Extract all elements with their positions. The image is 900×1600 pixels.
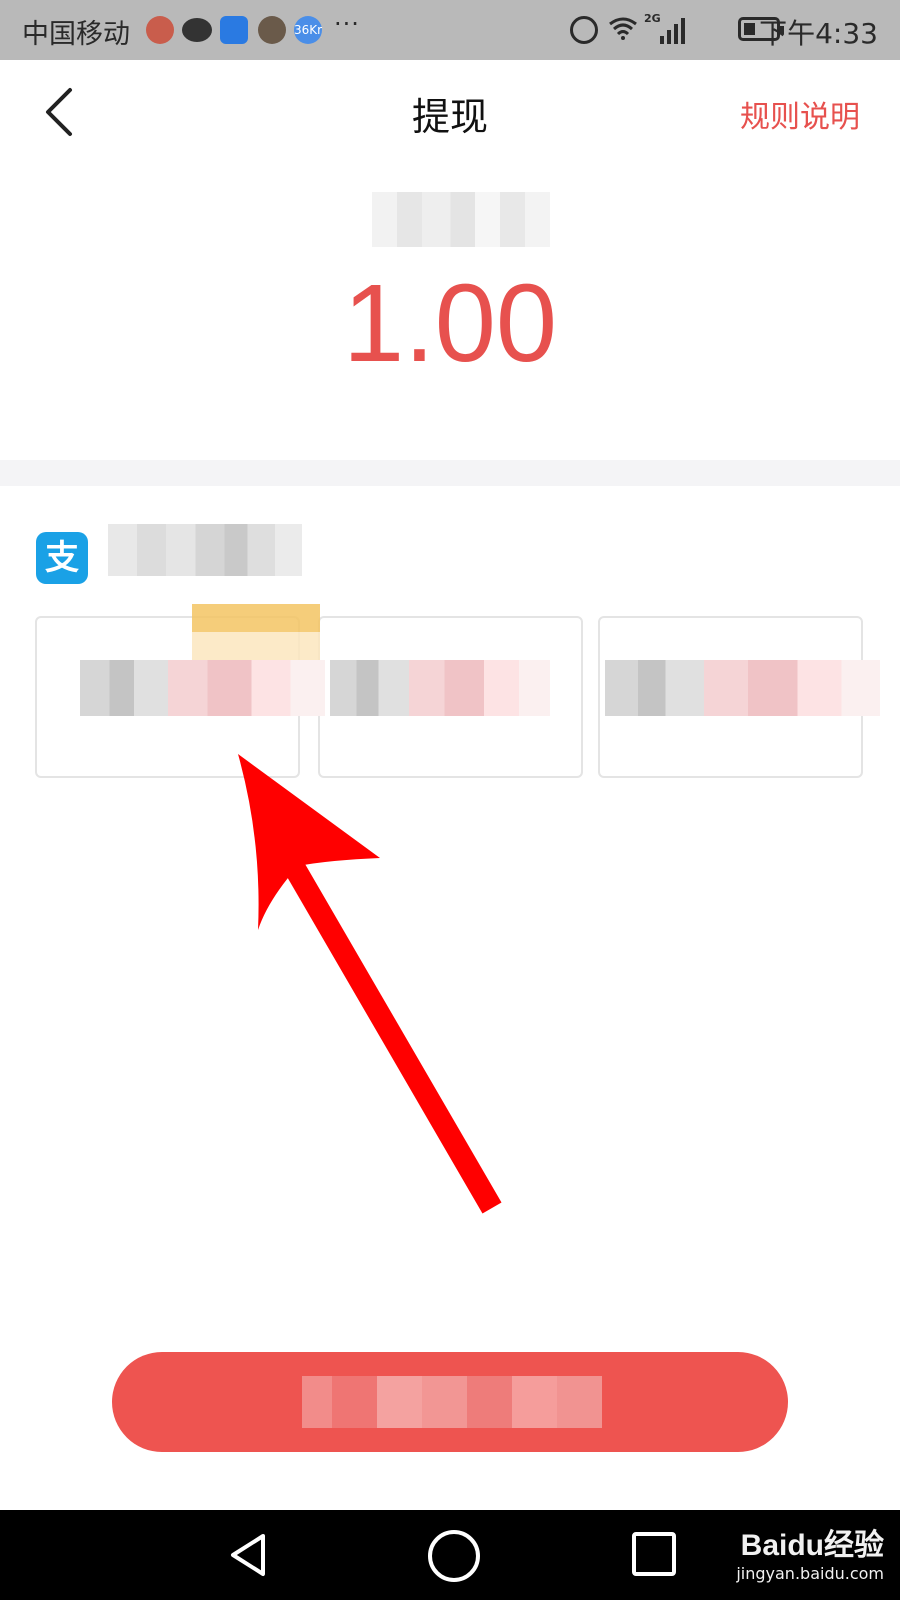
confirm-withdraw-button[interactable] bbox=[112, 1352, 788, 1452]
watermark-brand: Baidu经验 bbox=[740, 1529, 884, 1562]
signal-icon bbox=[660, 16, 690, 44]
nav-home-icon[interactable] bbox=[428, 1530, 480, 1582]
app-notification-icon bbox=[258, 16, 286, 44]
carrier-name: 中国移动 bbox=[22, 19, 130, 50]
rules-link[interactable]: 规则说明 bbox=[740, 92, 860, 136]
system-nav-bar: Baidu经验 jingyan.baidu.com bbox=[0, 1510, 900, 1600]
more-notifications-icon: ··· bbox=[334, 10, 360, 38]
section-divider bbox=[0, 460, 900, 486]
news-app-icon: 36Kr bbox=[294, 16, 322, 44]
nav-back-icon[interactable] bbox=[225, 1530, 275, 1580]
app-notification-icon bbox=[146, 16, 174, 44]
status-bar: 中国移动 36Kr ··· 2G 下午4:33 bbox=[0, 0, 900, 60]
redacted-option-label bbox=[80, 660, 325, 716]
nav-recent-apps-icon[interactable] bbox=[632, 1532, 676, 1576]
redacted-balance-label bbox=[372, 192, 550, 247]
annotation-arrow-icon bbox=[238, 754, 502, 1214]
system-icons: 2G bbox=[570, 12, 730, 46]
wifi-icon bbox=[609, 17, 637, 40]
redacted-option-label bbox=[330, 660, 550, 716]
baidu-jingyan-watermark: Baidu经验 jingyan.baidu.com bbox=[736, 1520, 884, 1583]
alarm-icon bbox=[570, 16, 598, 44]
balance-amount: 1.00 bbox=[342, 262, 558, 385]
redacted-button-label bbox=[302, 1376, 602, 1428]
app-header: 提现 规则说明 bbox=[0, 60, 900, 163]
watermark-url: jingyan.baidu.com bbox=[736, 1564, 884, 1583]
clock: 下午4:33 bbox=[759, 17, 878, 50]
alipay-icon: 支 bbox=[36, 532, 88, 584]
redacted-option-badge bbox=[192, 604, 320, 660]
balance-section: 1.00 bbox=[0, 162, 900, 460]
shield-icon bbox=[220, 16, 248, 44]
redacted-account-name bbox=[108, 524, 302, 576]
redacted-option-label bbox=[605, 660, 880, 716]
network-type-label: 2G bbox=[644, 12, 661, 25]
chat-bubble-icon bbox=[182, 18, 212, 42]
